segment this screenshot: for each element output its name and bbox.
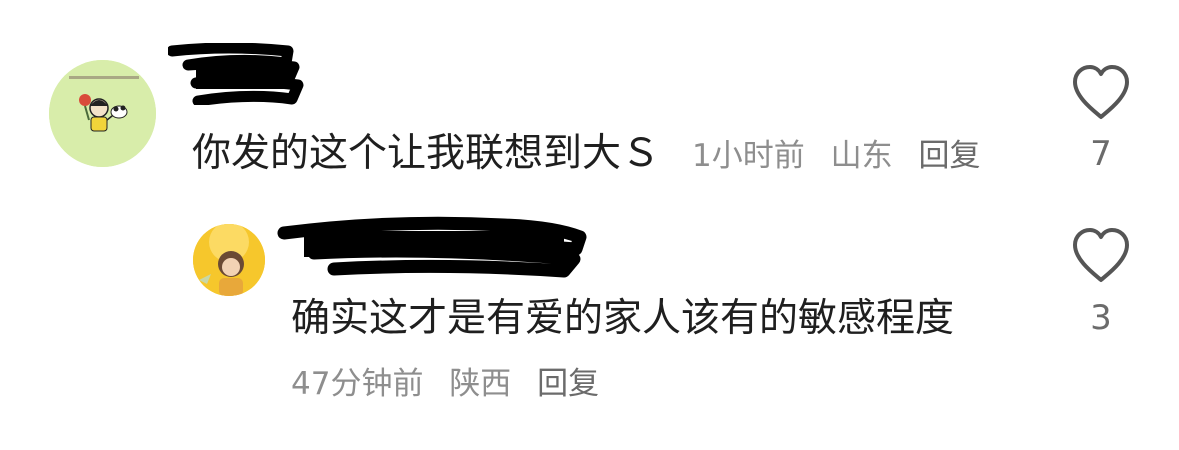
reply-button[interactable]: 回复	[918, 138, 980, 174]
username-redacted	[168, 43, 308, 105]
comment-time: 1小时前	[692, 138, 805, 174]
avatar[interactable]	[193, 224, 265, 296]
comment-location: 山东	[830, 138, 893, 174]
comment-time: 47分钟前	[291, 366, 424, 402]
comment-meta: 47分钟前 陕西 回复	[291, 362, 599, 406]
comment-location: 陕西	[449, 366, 512, 402]
username-redacted	[274, 207, 592, 279]
avatar-illustration	[193, 224, 265, 296]
like-count: 7	[1090, 134, 1112, 174]
reply-button[interactable]: 回复	[537, 366, 599, 402]
comment-thread: 你发的这个让我联想到大Ｓ 1小时前 山东 回复 7 确实这才是有爱的家人该有的敏…	[0, 0, 1179, 450]
comment-text: 你发的这个让我联想到大Ｓ	[192, 131, 661, 176]
like-button[interactable]	[1071, 64, 1131, 122]
comment-meta: 1小时前 山东 回复	[692, 134, 980, 178]
like-count: 3	[1090, 298, 1112, 338]
heart-outline-icon	[1073, 65, 1129, 119]
like-button[interactable]	[1071, 227, 1131, 285]
heart-outline-icon	[1073, 228, 1129, 282]
avatar[interactable]	[49, 60, 156, 167]
comment-text: 确实这才是有爱的家人该有的敏感程度	[291, 296, 955, 341]
avatar-illustration	[49, 60, 156, 167]
